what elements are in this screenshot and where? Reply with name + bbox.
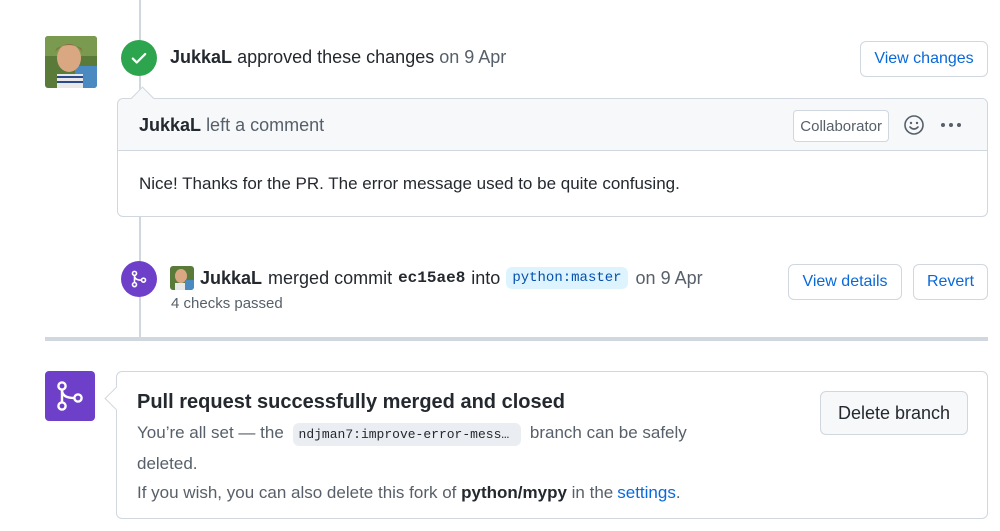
delete-branch-label: Delete branch — [837, 402, 951, 423]
merged-line3-suffix: . — [675, 483, 681, 502]
merge-summary: JukkaL merged commit ec15ae8 into python… — [170, 266, 703, 290]
merge-action: merged commit — [268, 267, 393, 288]
merged-title: Pull request successfully merged and clo… — [137, 391, 565, 413]
comment-header: JukkaL left a comment Collaborator — [118, 99, 987, 151]
comment-author[interactable]: JukkaL — [139, 115, 201, 135]
commit-hash[interactable]: ec15ae8 — [398, 269, 465, 287]
review-author[interactable]: JukkaL — [170, 47, 232, 67]
view-changes-button[interactable]: View changes — [860, 41, 988, 77]
avatar[interactable] — [45, 36, 97, 88]
merged-line-2: deleted. — [137, 454, 198, 473]
comment-box: JukkaL left a comment Collaborator Nice!… — [117, 86, 988, 217]
review-date[interactable]: on 9 Apr — [439, 47, 506, 67]
review-action: approved these changes — [237, 47, 435, 67]
repo-name: python/mypy — [461, 483, 567, 502]
review-summary: JukkaL approved these changes on 9 Apr — [170, 47, 506, 68]
git-merge-icon — [131, 270, 147, 288]
merge-author[interactable]: JukkaL — [200, 268, 262, 289]
merged-line1-suffix: branch can be safely — [529, 423, 687, 442]
comment-header-text: JukkaL left a comment — [139, 115, 324, 136]
merged-line1-prefix: You’re all set — the — [137, 423, 284, 442]
git-merge-icon — [57, 381, 83, 411]
small-avatar[interactable] — [170, 266, 194, 290]
checks-status[interactable]: 4 checks passed — [171, 295, 283, 312]
timeline-divider — [45, 337, 988, 341]
merged-line3-middle: in the — [571, 483, 614, 502]
view-changes-label: View changes — [874, 50, 974, 67]
revert-label: Revert — [926, 273, 975, 290]
merge-into: into — [471, 267, 501, 288]
merge-badge — [121, 261, 157, 297]
comment-body: Nice! Thanks for the PR. The error messa… — [139, 174, 680, 193]
merged-line-3: If you wish, you can also delete this fo… — [137, 483, 681, 503]
view-details-button[interactable]: View details — [788, 264, 902, 300]
approved-check-badge — [121, 40, 157, 76]
merged-line-1: You’re all set — the ndjman7:improve-err… — [137, 423, 687, 446]
kebab-horizontal-icon[interactable] — [939, 113, 963, 137]
merged-panel-caret — [104, 386, 129, 411]
head-branch[interactable]: ndjman7:improve-error-mess… — [292, 423, 522, 446]
settings-link[interactable]: settings — [617, 483, 676, 502]
view-details-label: View details — [802, 273, 888, 290]
merged-panel: Pull request successfully merged and clo… — [104, 371, 988, 519]
comment-action: left a comment — [206, 115, 325, 135]
merged-line3-prefix: If you wish, you can also delete this fo… — [137, 483, 457, 502]
merged-status-icon-box — [45, 371, 95, 421]
revert-button[interactable]: Revert — [913, 264, 988, 300]
target-branch[interactable]: python:master — [506, 267, 628, 289]
merge-date[interactable]: on 9 Apr — [636, 268, 703, 289]
delete-branch-button[interactable]: Delete branch — [820, 391, 968, 435]
check-icon — [131, 52, 147, 64]
smiley-icon[interactable] — [902, 113, 926, 137]
collaborator-label: Collaborator — [793, 110, 889, 142]
